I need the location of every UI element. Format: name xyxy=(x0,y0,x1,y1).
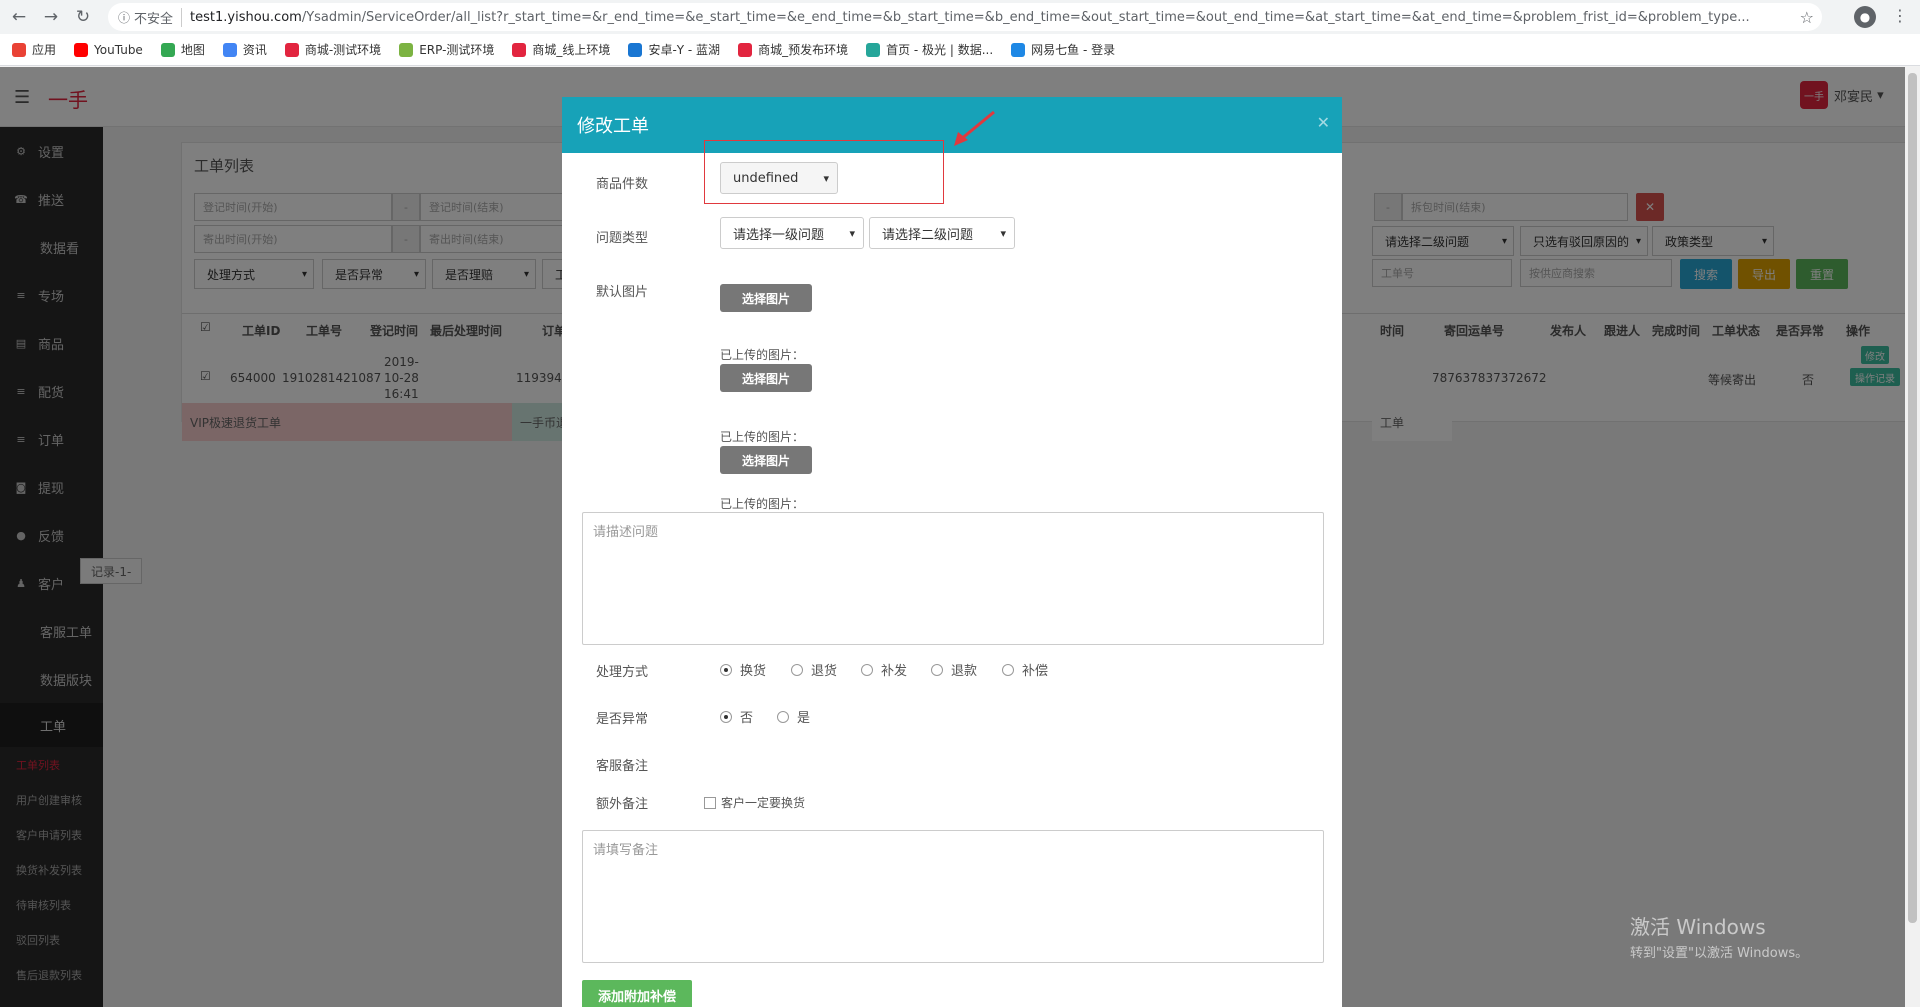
radio-dot xyxy=(720,710,732,723)
bookmark-item[interactable]: 商城-测试环境 xyxy=(284,41,382,58)
choose-image-button[interactable]: 选择图片 xyxy=(720,284,812,312)
radio-dot xyxy=(861,663,873,676)
radio-compensate[interactable]: 补偿 xyxy=(1002,660,1048,679)
radio-dot xyxy=(777,710,789,723)
bookmarks-bar: 应用 YouTube 地图 资讯 商城-测试环境 ERP-测试环境 商城_线上环境 安卓-Y … xyxy=(0,34,1920,66)
annotation-highlight-box xyxy=(704,140,944,204)
bookmark-item[interactable]: 地图 xyxy=(160,41,205,58)
radio-label: 换货 xyxy=(740,664,767,679)
bookmark-label: 首页 - 极光 | 数据... xyxy=(886,43,994,57)
second-problem-select[interactable]: 请选择二级问题 xyxy=(869,217,1015,249)
radio-abnormal-yes[interactable]: 是 xyxy=(777,707,810,726)
close-icon[interactable]: ✕ xyxy=(1317,113,1330,132)
bookmark-item[interactable]: YouTube xyxy=(74,42,143,57)
radio-label: 退款 xyxy=(951,664,978,679)
uploaded-label: 已上传的图片： xyxy=(720,348,805,362)
bookmark-label: 应用 xyxy=(32,43,57,57)
uploaded-label-3: 已上传的图片： xyxy=(720,497,805,511)
bookmark-item[interactable]: 资讯 xyxy=(222,41,267,58)
qty-label: 商品件数 xyxy=(596,177,649,192)
bookmark-icon xyxy=(866,42,881,57)
edit-order-modal: 修改工单 ✕ 商品件数 undefined 问题类型 请选择一级问题 请选择二级… xyxy=(562,97,1342,1007)
browser-toolbar: ← → ↻ ⓘ 不安全 test1.yishou.com/Ysadmin/Ser… xyxy=(0,0,1920,34)
bookmark-icon xyxy=(512,42,527,57)
bookmark-icon xyxy=(738,42,753,57)
bookmark-label: 网易七鱼 - 登录 xyxy=(1031,43,1116,57)
abnormal-label: 是否异常 xyxy=(596,712,649,727)
must-exchange-checkbox[interactable]: 客户一定要换货 xyxy=(704,794,805,811)
watermark-line2: 转到"设置"以激活 Windows。 xyxy=(1630,946,1809,961)
bookmark-label: 资讯 xyxy=(242,43,267,57)
checkbox-label: 客户一定要换货 xyxy=(721,796,806,810)
windows-watermark: 激活 Windows 转到"设置"以激活 Windows。 xyxy=(1630,911,1808,961)
security-label: 不安全 xyxy=(134,7,183,27)
watermark-line1: 激活 Windows xyxy=(1630,915,1766,939)
page-scrollbar[interactable] xyxy=(1905,67,1920,1007)
radio-label: 补偿 xyxy=(1022,664,1049,679)
url-path: /Ysadmin/ServiceOrder/all_list?r_start_t… xyxy=(301,9,1750,25)
radio-abnormal-no[interactable]: 否 xyxy=(720,707,753,726)
bookmark-icon xyxy=(1011,42,1026,57)
bookmark-item[interactable]: ERP-测试环境 xyxy=(399,41,494,58)
radio-label: 退货 xyxy=(811,664,838,679)
uploaded-label-2: 已上传的图片： xyxy=(720,430,805,444)
bookmark-label: 商城-测试环境 xyxy=(304,43,382,57)
address-bar[interactable]: ⓘ 不安全 test1.yishou.com/Ysadmin/ServiceOr… xyxy=(108,3,1822,31)
reload-icon[interactable]: ↻ xyxy=(70,4,96,30)
radio-resend[interactable]: 补发 xyxy=(861,660,907,679)
bookmark-icon xyxy=(284,42,299,57)
bookmark-item[interactable]: 商城_预发布环境 xyxy=(738,41,848,58)
bookmark-star-icon[interactable]: ☆ xyxy=(1800,8,1814,27)
bookmark-icon xyxy=(160,42,175,57)
cs-note-label: 客服备注 xyxy=(596,759,649,774)
add-compensation-button[interactable]: 添加附加补偿 xyxy=(582,980,692,1007)
radio-label: 是 xyxy=(797,711,811,726)
bookmark-label: 商城_线上环境 xyxy=(532,43,611,57)
describe-textarea[interactable]: 请描述问题 xyxy=(582,512,1324,645)
first-problem-select[interactable]: 请选择一级问题 xyxy=(720,217,864,249)
radio-return[interactable]: 退货 xyxy=(791,660,837,679)
url-host: test1.yishou.com xyxy=(190,9,302,25)
radio-dot xyxy=(791,663,803,676)
radio-dot xyxy=(720,663,732,676)
bookmark-icon xyxy=(399,42,414,57)
bookmark-item[interactable]: 应用 xyxy=(12,41,56,58)
bookmark-label: 地图 xyxy=(180,43,205,57)
bookmark-icon xyxy=(74,42,89,57)
bookmark-item[interactable]: 安卓-Y - 蓝湖 xyxy=(628,41,720,58)
profile-icon[interactable]: ● xyxy=(1854,6,1876,28)
bookmark-item[interactable]: 首页 - 极光 | 数据... xyxy=(866,41,993,58)
radio-label: 否 xyxy=(740,711,754,726)
bookmark-label: 商城_预发布环境 xyxy=(758,43,849,57)
radio-dot xyxy=(1002,663,1014,676)
radio-dot xyxy=(931,663,943,676)
radio-refund[interactable]: 退款 xyxy=(931,660,977,679)
bookmark-label: 安卓-Y - 蓝湖 xyxy=(648,43,721,57)
annotation-arrow-icon xyxy=(954,110,995,146)
bookmark-icon xyxy=(12,42,26,57)
scrollbar-thumb[interactable] xyxy=(1908,73,1917,923)
checkbox-box xyxy=(704,796,716,809)
default-image-label: 默认图片 xyxy=(596,285,649,300)
bookmark-label: ERP-测试环境 xyxy=(419,43,495,57)
choose-image-button-2[interactable]: 选择图片 xyxy=(720,364,812,392)
radio-exchange[interactable]: 换货 xyxy=(720,660,766,679)
back-icon[interactable]: ← xyxy=(6,4,32,30)
choose-image-button-3[interactable]: 选择图片 xyxy=(720,446,812,474)
extra-note-label: 额外备注 xyxy=(596,797,649,812)
bookmark-label: YouTube xyxy=(94,42,143,57)
bookmark-icon xyxy=(628,42,643,57)
handle-label: 处理方式 xyxy=(596,665,649,680)
bookmark-item[interactable]: 商城_线上环境 xyxy=(512,41,610,58)
browser-menu-icon[interactable]: ⋮ xyxy=(1892,6,1908,25)
forward-icon[interactable]: → xyxy=(38,4,64,30)
modal-title: 修改工单 xyxy=(577,116,649,137)
bookmark-icon xyxy=(222,42,237,57)
note-textarea[interactable]: 请填写备注 xyxy=(582,830,1324,963)
problem-label: 问题类型 xyxy=(596,231,649,246)
bookmark-item[interactable]: 网易七鱼 - 登录 xyxy=(1011,41,1115,58)
radio-label: 补发 xyxy=(881,664,908,679)
info-icon[interactable]: ⓘ xyxy=(118,9,130,26)
